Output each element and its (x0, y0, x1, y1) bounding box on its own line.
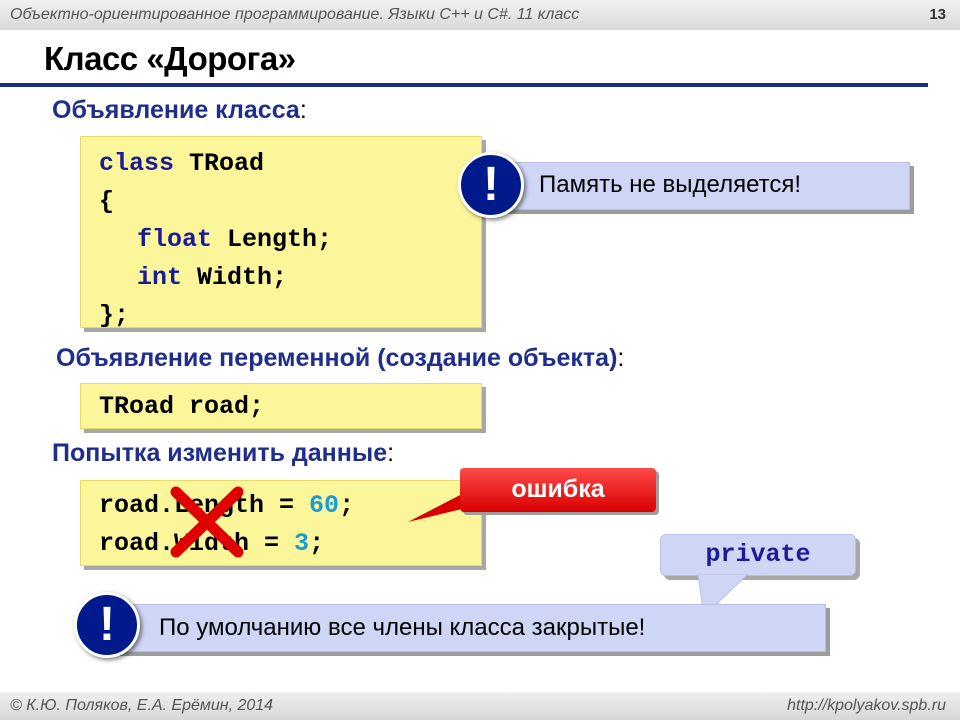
slide-title: Класс «Дорога» (44, 40, 296, 77)
code-line-length: float Length; (137, 225, 333, 254)
error-label: ошибка (460, 468, 656, 512)
class-code-block: class TRoad { float Length; int Width; }… (80, 136, 482, 330)
exclamation-icon: ! (458, 152, 524, 218)
default-private-note-text: По умолчанию все члены класса закрытые! (159, 614, 646, 641)
slide-number: 13 (929, 6, 946, 23)
code-line-width: int Width; (137, 263, 288, 292)
footer-authors: © К.Ю. Поляков, Е.А. Ерёмин, 2014 (10, 697, 274, 714)
modify-data-heading: Попытка изменить данные: (52, 439, 395, 467)
code-line-open-brace: { (99, 187, 115, 216)
slide-header: Объектно-ориентированное программировани… (0, 0, 960, 30)
footer-url[interactable]: http://kpolyakov.spb.ru (787, 697, 946, 715)
code-line-close-brace: }; (99, 301, 130, 330)
object-code-block: TRoad road; (80, 383, 482, 429)
code-line-class: class TRoad (99, 149, 265, 178)
code-line-object: TRoad road; (99, 392, 265, 421)
default-private-note: По умолчанию все члены класса закрытые! (108, 604, 826, 652)
cross-icon (170, 486, 244, 558)
exclamation-icon: ! (74, 592, 140, 658)
course-title: Объектно-ориентированное программировани… (10, 6, 580, 23)
memory-note-text: Память не выделяется! (539, 171, 802, 198)
variable-declaration-heading: Объявление переменной (создание объекта)… (56, 344, 625, 372)
code-line-assign-width: road.Width = 3; (99, 529, 325, 558)
memory-note: Память не выделяется! (490, 162, 910, 210)
class-declaration-heading: Объявление класса: (52, 96, 307, 124)
title-underline (0, 83, 928, 87)
private-keyword-bubble: private (660, 534, 856, 576)
slide-footer: © К.Ю. Поляков, Е.А. Ерёмин, 2014 http:/… (0, 692, 960, 720)
